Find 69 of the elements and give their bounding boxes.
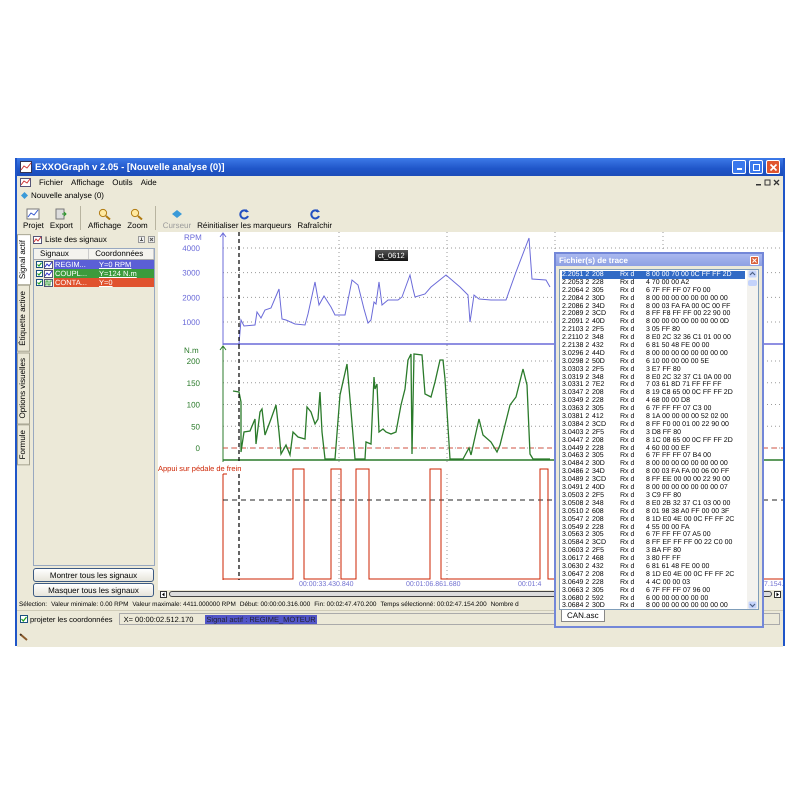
close-icon [148, 236, 155, 243]
magnifier-icon [98, 208, 112, 220]
refresh-icon [308, 208, 322, 220]
close-icon [768, 162, 778, 172]
axis-tick-label: 150 [186, 378, 200, 388]
side-tab[interactable]: Formule [17, 424, 30, 466]
axis-tick-label: 2000 [182, 293, 200, 302]
toolbar-button[interactable]: Réinitialiser les marqueurs [195, 208, 294, 230]
side-tab[interactable]: Signal actif [17, 234, 31, 286]
refresh-icon [237, 208, 252, 220]
menu-item[interactable]: Fichier [39, 178, 64, 186]
checkbox[interactable] [36, 261, 43, 268]
cursor-line[interactable] [238, 474, 240, 580]
minimize-button[interactable] [732, 160, 746, 174]
axis-tick-label: 3000 [182, 268, 200, 278]
axis-tick-label: 0 [196, 444, 200, 453]
column-header[interactable]: Coordonnées [89, 249, 154, 259]
panel-button[interactable]: Masquer tous les signaux [33, 583, 154, 597]
close-button[interactable] [766, 160, 780, 174]
chart-icon [26, 208, 40, 220]
diamond-icon [21, 192, 28, 198]
side-tab[interactable]: Options visuelles [17, 352, 30, 424]
close-icon [750, 256, 759, 264]
menu-item[interactable]: Outils [112, 178, 133, 186]
vertical-scrollbar[interactable] [747, 270, 758, 609]
pulse-icon [44, 278, 53, 286]
scroll-down-icon [748, 601, 757, 609]
panel-button[interactable]: Montrer tous les signaux [33, 568, 154, 582]
cursor-line[interactable] [238, 345, 240, 462]
toolbar-button[interactable]: Affichage [86, 208, 124, 230]
diamond-icon [170, 208, 184, 220]
magnifier-icon [130, 208, 144, 220]
menu-item[interactable]: Affichage [71, 178, 104, 186]
menu-item[interactable]: Aide [140, 178, 157, 186]
scrollbar-thumb[interactable] [748, 280, 757, 286]
close-icon [773, 178, 780, 186]
toolbar-button[interactable]: Export [48, 208, 76, 230]
pin-icon [138, 236, 145, 243]
axis-tick-label: 200 [186, 357, 200, 366]
document-tab[interactable]: Nouvelle analyse (0) [31, 190, 104, 200]
axis-tick-label: 50 [191, 422, 200, 432]
restore-icon [764, 178, 771, 186]
cursor-line[interactable] [238, 232, 240, 345]
window-title: EXXOGraph v 2.05 - [Nouvelle analyse (0)] [35, 162, 225, 172]
side-tab[interactable]: Étiquette active [17, 285, 30, 352]
scroll-up-icon [748, 270, 757, 278]
toolbar-button[interactable]: Zoom [125, 208, 150, 230]
chart-icon [33, 236, 42, 244]
panel-title: Liste des signaux [45, 235, 107, 244]
minimize-icon [736, 168, 742, 170]
axis-unit-label: N.m [184, 346, 199, 355]
check-icon [21, 616, 27, 622]
maximize-icon [752, 162, 760, 172]
file-tab[interactable]: CAN.asc [561, 610, 605, 622]
column-header[interactable]: Signaux [34, 249, 90, 259]
axis-unit-label: RPM [184, 233, 202, 242]
axis-tick-label: 100 [186, 400, 200, 410]
window-title: Fichier(s) de trace [559, 256, 628, 264]
axis-tick-label: 4000 [182, 244, 200, 253]
maximize-button[interactable] [749, 160, 763, 174]
axis-tick-label: 1000 [182, 318, 200, 327]
checkbox[interactable] [36, 270, 43, 277]
checkbox[interactable] [36, 279, 43, 286]
app-icon [20, 161, 32, 173]
toolbar-button[interactable]: Rafraîchir [295, 208, 334, 230]
pencil-icon [19, 633, 29, 641]
export-icon [54, 208, 68, 220]
toolbar-button[interactable]: Projet [21, 208, 46, 230]
chart-icon [20, 178, 31, 186]
